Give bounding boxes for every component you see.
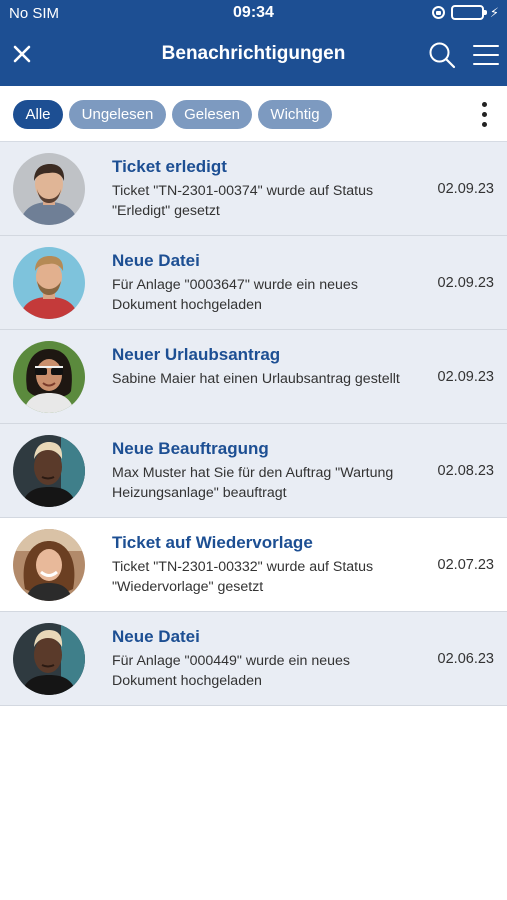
notification-title: Neue Datei <box>112 251 200 270</box>
notification-date: 02.06.23 <box>437 651 494 667</box>
notification-date: 02.07.23 <box>437 557 494 573</box>
notification-row[interactable]: Ticket erledigt Ticket "TN-2301-00374" w… <box>0 142 507 236</box>
status-bar: No SIM 09:34 ⚡︎ <box>0 0 507 28</box>
filter-chip-alle[interactable]: Alle <box>13 100 63 129</box>
notification-row[interactable]: Neuer Urlaubsantrag Sabine Maier hat ein… <box>0 330 507 424</box>
notification-text: Max Muster hat Sie für den Auftrag "Wart… <box>112 465 394 501</box>
battery-full-icon <box>450 5 487 20</box>
more-vertical-icon-dot <box>481 121 487 127</box>
bolt-icon: ⚡︎ <box>489 5 499 20</box>
status-indicators: ⚡︎ <box>431 5 499 20</box>
app-header: No SIM 09:34 ⚡︎ Benachrichtigungen <box>0 0 507 86</box>
more-vertical-icon-dot <box>481 111 487 117</box>
filter-bar: Alle Ungelesen Gelesen Wichtig <box>0 86 507 142</box>
notification-date: 02.09.23 <box>437 275 494 291</box>
avatar <box>13 529 85 601</box>
notification-date: 02.09.23 <box>437 181 494 197</box>
notification-text: Für Anlage "000449" wurde ein neues Doku… <box>112 653 351 689</box>
notification-title: Neuer Urlaubsantrag <box>112 345 281 364</box>
avatar <box>13 153 85 225</box>
notification-date: 02.09.23 <box>437 369 494 385</box>
notification-title: Neue Datei <box>112 627 200 646</box>
filter-chip-ungelesen[interactable]: Ungelesen <box>69 100 166 129</box>
search-button[interactable] <box>424 36 460 74</box>
notification-text: Ticket "TN-2301-00332" wurde auf Status … <box>112 559 374 595</box>
notification-row[interactable]: Neue Datei Für Anlage "0003647" wurde ei… <box>0 236 507 330</box>
avatar <box>13 341 85 413</box>
notification-title: Ticket auf Wiedervorlage <box>112 533 313 552</box>
notification-row[interactable]: Ticket auf Wiedervorlage Ticket "TN-2301… <box>0 518 507 612</box>
close-button[interactable] <box>4 34 40 74</box>
avatar <box>13 435 85 507</box>
more-options-button[interactable] <box>470 98 498 130</box>
filter-chip-gelesen[interactable]: Gelesen <box>172 100 252 129</box>
notification-text: Ticket "TN-2301-00374" wurde auf Status … <box>112 183 374 219</box>
notification-date: 02.08.23 <box>437 463 494 479</box>
search-icon <box>429 42 456 69</box>
notification-text: Sabine Maier hat einen Urlaubsantrag ges… <box>112 371 400 387</box>
menu-button[interactable] <box>468 36 504 74</box>
notification-row[interactable]: Neue Beauftragung Max Muster hat Sie für… <box>0 424 507 518</box>
notification-row[interactable]: Neue Datei Für Anlage "000449" wurde ein… <box>0 612 507 706</box>
notification-title: Ticket erledigt <box>112 157 227 176</box>
hamburger-menu-icon <box>473 45 499 65</box>
nav-bar: Benachrichtigungen <box>0 28 507 86</box>
more-vertical-icon-dot <box>481 101 487 107</box>
close-icon <box>13 45 31 63</box>
filter-chip-wichtig[interactable]: Wichtig <box>258 100 332 129</box>
notification-text: Für Anlage "0003647" wurde ein neues Dok… <box>112 277 358 313</box>
avatar <box>13 623 85 695</box>
orientation-lock-icon <box>431 6 445 19</box>
avatar <box>13 247 85 319</box>
notification-title: Neue Beauftragung <box>112 439 269 458</box>
